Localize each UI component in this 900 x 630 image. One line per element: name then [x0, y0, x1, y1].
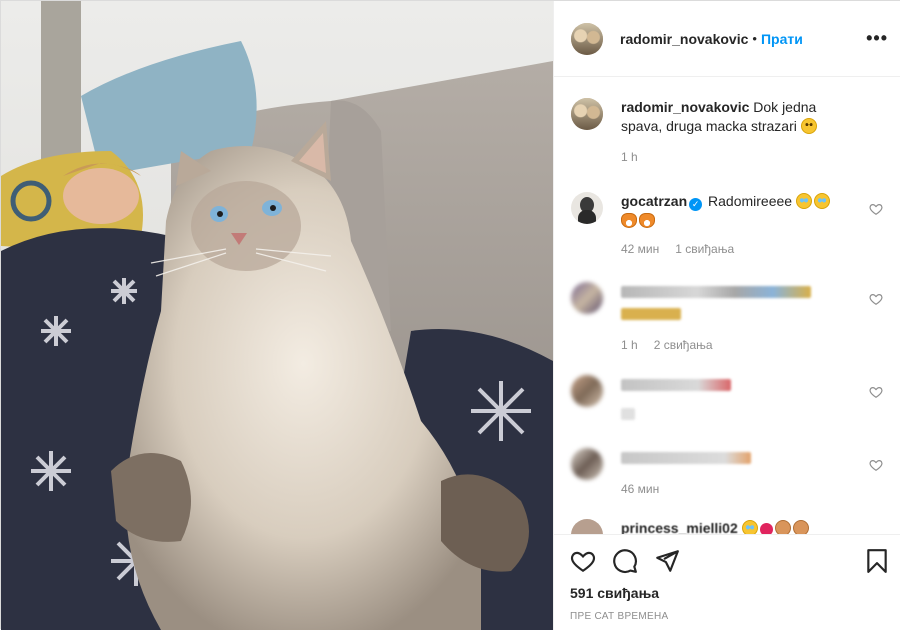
- commenter-avatar[interactable]: [571, 519, 603, 534]
- blurred-text: [621, 408, 635, 420]
- blurred-text: [621, 452, 751, 465]
- comment-body: princess_mielli02: [621, 519, 851, 534]
- comment-item: 46 мин: [571, 448, 887, 496]
- caption-comment: radomir_novakovic Dok jedna spava, druga…: [571, 98, 887, 164]
- blurred-avatar[interactable]: [571, 282, 603, 314]
- crying-laughing-face-emoji-icon: [795, 193, 812, 209]
- comment-item: [571, 375, 887, 420]
- comment-time[interactable]: 1 h: [621, 338, 638, 352]
- comment-text: Radomireeee: [708, 193, 793, 209]
- like-comment-heart-icon[interactable]: [869, 292, 883, 306]
- comment-meta: 1 h 2 свиђања: [621, 338, 887, 352]
- author-avatar[interactable]: [571, 22, 603, 55]
- like-comment-heart-icon[interactable]: [869, 385, 883, 399]
- comment-body-blurred: [621, 375, 851, 420]
- comment-item: gocatrzan ✓ Radomireeee 42 мин 1 свиђања: [571, 192, 887, 256]
- comment-username[interactable]: princess_mielli02: [621, 520, 738, 534]
- person-emoji-icon: [792, 520, 809, 534]
- crying-laughing-face-emoji-icon: [813, 193, 830, 209]
- author-avatar[interactable]: [571, 98, 603, 130]
- comment-likes[interactable]: 2 свиђања: [654, 338, 713, 352]
- comment-body: gocatrzan ✓ Radomireeee: [621, 192, 851, 230]
- post-header: radomir_novakovic • Прати •••: [554, 1, 900, 77]
- caption-meta: 1 h: [621, 150, 887, 164]
- cat-face-emoji-icon: [639, 213, 655, 228]
- comment-likes[interactable]: 1 свиђања: [675, 242, 734, 256]
- like-heart-icon[interactable]: [570, 548, 596, 574]
- comment-bubble-icon[interactable]: [612, 548, 638, 574]
- blurred-text: [621, 286, 811, 299]
- cat-face-emoji-icon: [621, 213, 637, 228]
- red-heart-emoji-icon: [756, 520, 776, 534]
- more-options-icon[interactable]: •••: [866, 29, 888, 47]
- comment-username[interactable]: gocatrzan: [621, 193, 687, 209]
- like-comment-heart-icon[interactable]: [869, 458, 883, 472]
- like-comment-heart-icon[interactable]: [869, 202, 883, 216]
- comment-time[interactable]: 46 мин: [621, 482, 659, 496]
- comment-time[interactable]: 42 мин: [621, 242, 659, 256]
- smiling-face-emoji-icon: [800, 118, 817, 134]
- heart-eyes-emoji-icon: [741, 520, 758, 534]
- comment-body-blurred: [621, 282, 851, 321]
- caption-text-block: radomir_novakovic Dok jedna spava, druga…: [621, 98, 851, 136]
- follow-button[interactable]: Прати: [761, 31, 803, 47]
- instagram-post-window: radomir_novakovic • Прати ••• radomir_no…: [0, 0, 900, 630]
- comment-item: 1 h 2 свиђања: [571, 282, 887, 352]
- comments-list[interactable]: radomir_novakovic Dok jedna spava, druga…: [554, 78, 900, 534]
- post-sidebar: radomir_novakovic • Прати ••• radomir_no…: [553, 1, 900, 630]
- comment-meta: 46 мин: [621, 482, 887, 496]
- cat-on-sofa-illustration: [1, 1, 553, 630]
- comment-meta: 42 мин 1 свиђања: [621, 242, 887, 256]
- comment-item: princess_mielli02: [571, 519, 887, 534]
- blurred-text: [621, 308, 681, 321]
- comment-body-blurred: [621, 448, 851, 480]
- post-timestamp[interactable]: ПРЕ САТ ВРЕМЕНА: [570, 611, 668, 622]
- blurred-avatar[interactable]: [571, 375, 603, 407]
- likes-count[interactable]: 591 свиђања: [570, 585, 659, 601]
- blurred-avatar[interactable]: [571, 448, 603, 480]
- post-photo[interactable]: [1, 1, 553, 630]
- verified-badge-icon: ✓: [689, 198, 703, 211]
- caption-username[interactable]: radomir_novakovic: [621, 99, 749, 115]
- bookmark-save-icon[interactable]: [864, 548, 890, 574]
- person-emoji-icon: [774, 520, 791, 534]
- blurred-text: [621, 379, 731, 392]
- commenter-avatar[interactable]: [571, 192, 603, 224]
- caption-time[interactable]: 1 h: [621, 150, 638, 164]
- separator-dot: •: [752, 31, 757, 46]
- author-username[interactable]: radomir_novakovic: [620, 31, 748, 47]
- post-actions: 591 свиђања ПРЕ САТ ВРЕМЕНА: [554, 534, 900, 630]
- paper-plane-share-icon[interactable]: [654, 548, 680, 574]
